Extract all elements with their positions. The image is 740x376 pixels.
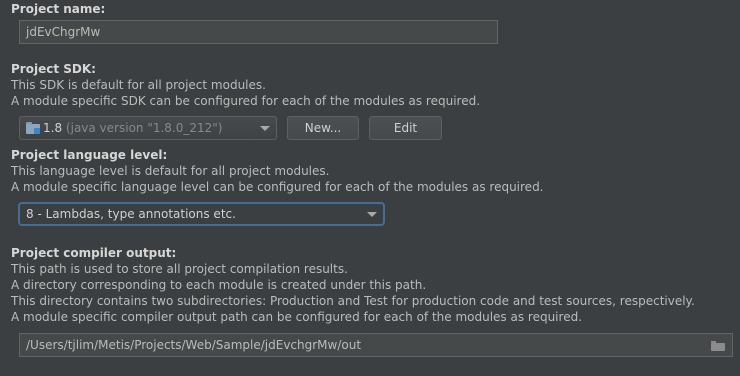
project-sdk-desc-line-2: A module specific SDK can be configured … (11, 94, 481, 108)
chevron-down-icon (367, 212, 377, 217)
sdk-new-button[interactable]: New... (287, 116, 359, 140)
chevron-down-icon (260, 126, 270, 131)
project-sdk-dropdown[interactable]: 1.8 (java version "1.8.0_212") (19, 116, 277, 140)
sdk-name: 1.8 (43, 121, 63, 135)
language-level-dropdown[interactable]: 8 - Lambdas, type annotations etc. (18, 202, 385, 226)
compiler-output-desc-line-1: This path is used to store all project c… (11, 262, 348, 276)
compiler-output-path: /Users/tjlim/Metis/Projects/Web/Sample/j… (26, 338, 362, 352)
project-name-input[interactable]: jdEvChgrMw (19, 20, 498, 44)
project-sdk-label: Project SDK: (11, 62, 96, 76)
language-level-label: Project language level: (11, 148, 168, 162)
compiler-output-desc-line-4: A module specific compiler output path c… (11, 310, 583, 324)
browse-folder-icon[interactable] (711, 341, 725, 351)
compiler-output-label: Project compiler output: (11, 246, 177, 260)
compiler-output-desc-line-2: A directory corresponding to each module… (11, 278, 427, 292)
sdk-edit-button[interactable]: Edit (369, 116, 442, 140)
language-level-value: 8 - Lambdas, type annotations etc. (26, 207, 236, 221)
compiler-output-desc-line-3: This directory contains two subdirectori… (11, 294, 695, 308)
language-level-desc-line-2: A module specific language level can be … (11, 180, 544, 194)
project-sdk-desc-line-1: This SDK is default for all project modu… (11, 78, 266, 92)
project-name-label: Project name: (11, 2, 106, 16)
sdk-folder-icon (26, 122, 40, 134)
compiler-output-path-field[interactable]: /Users/tjlim/Metis/Projects/Web/Sample/j… (19, 333, 733, 357)
language-level-desc-line-1: This language level is default for all p… (11, 164, 330, 178)
sdk-version: (java version "1.8.0_212") (65, 121, 223, 135)
